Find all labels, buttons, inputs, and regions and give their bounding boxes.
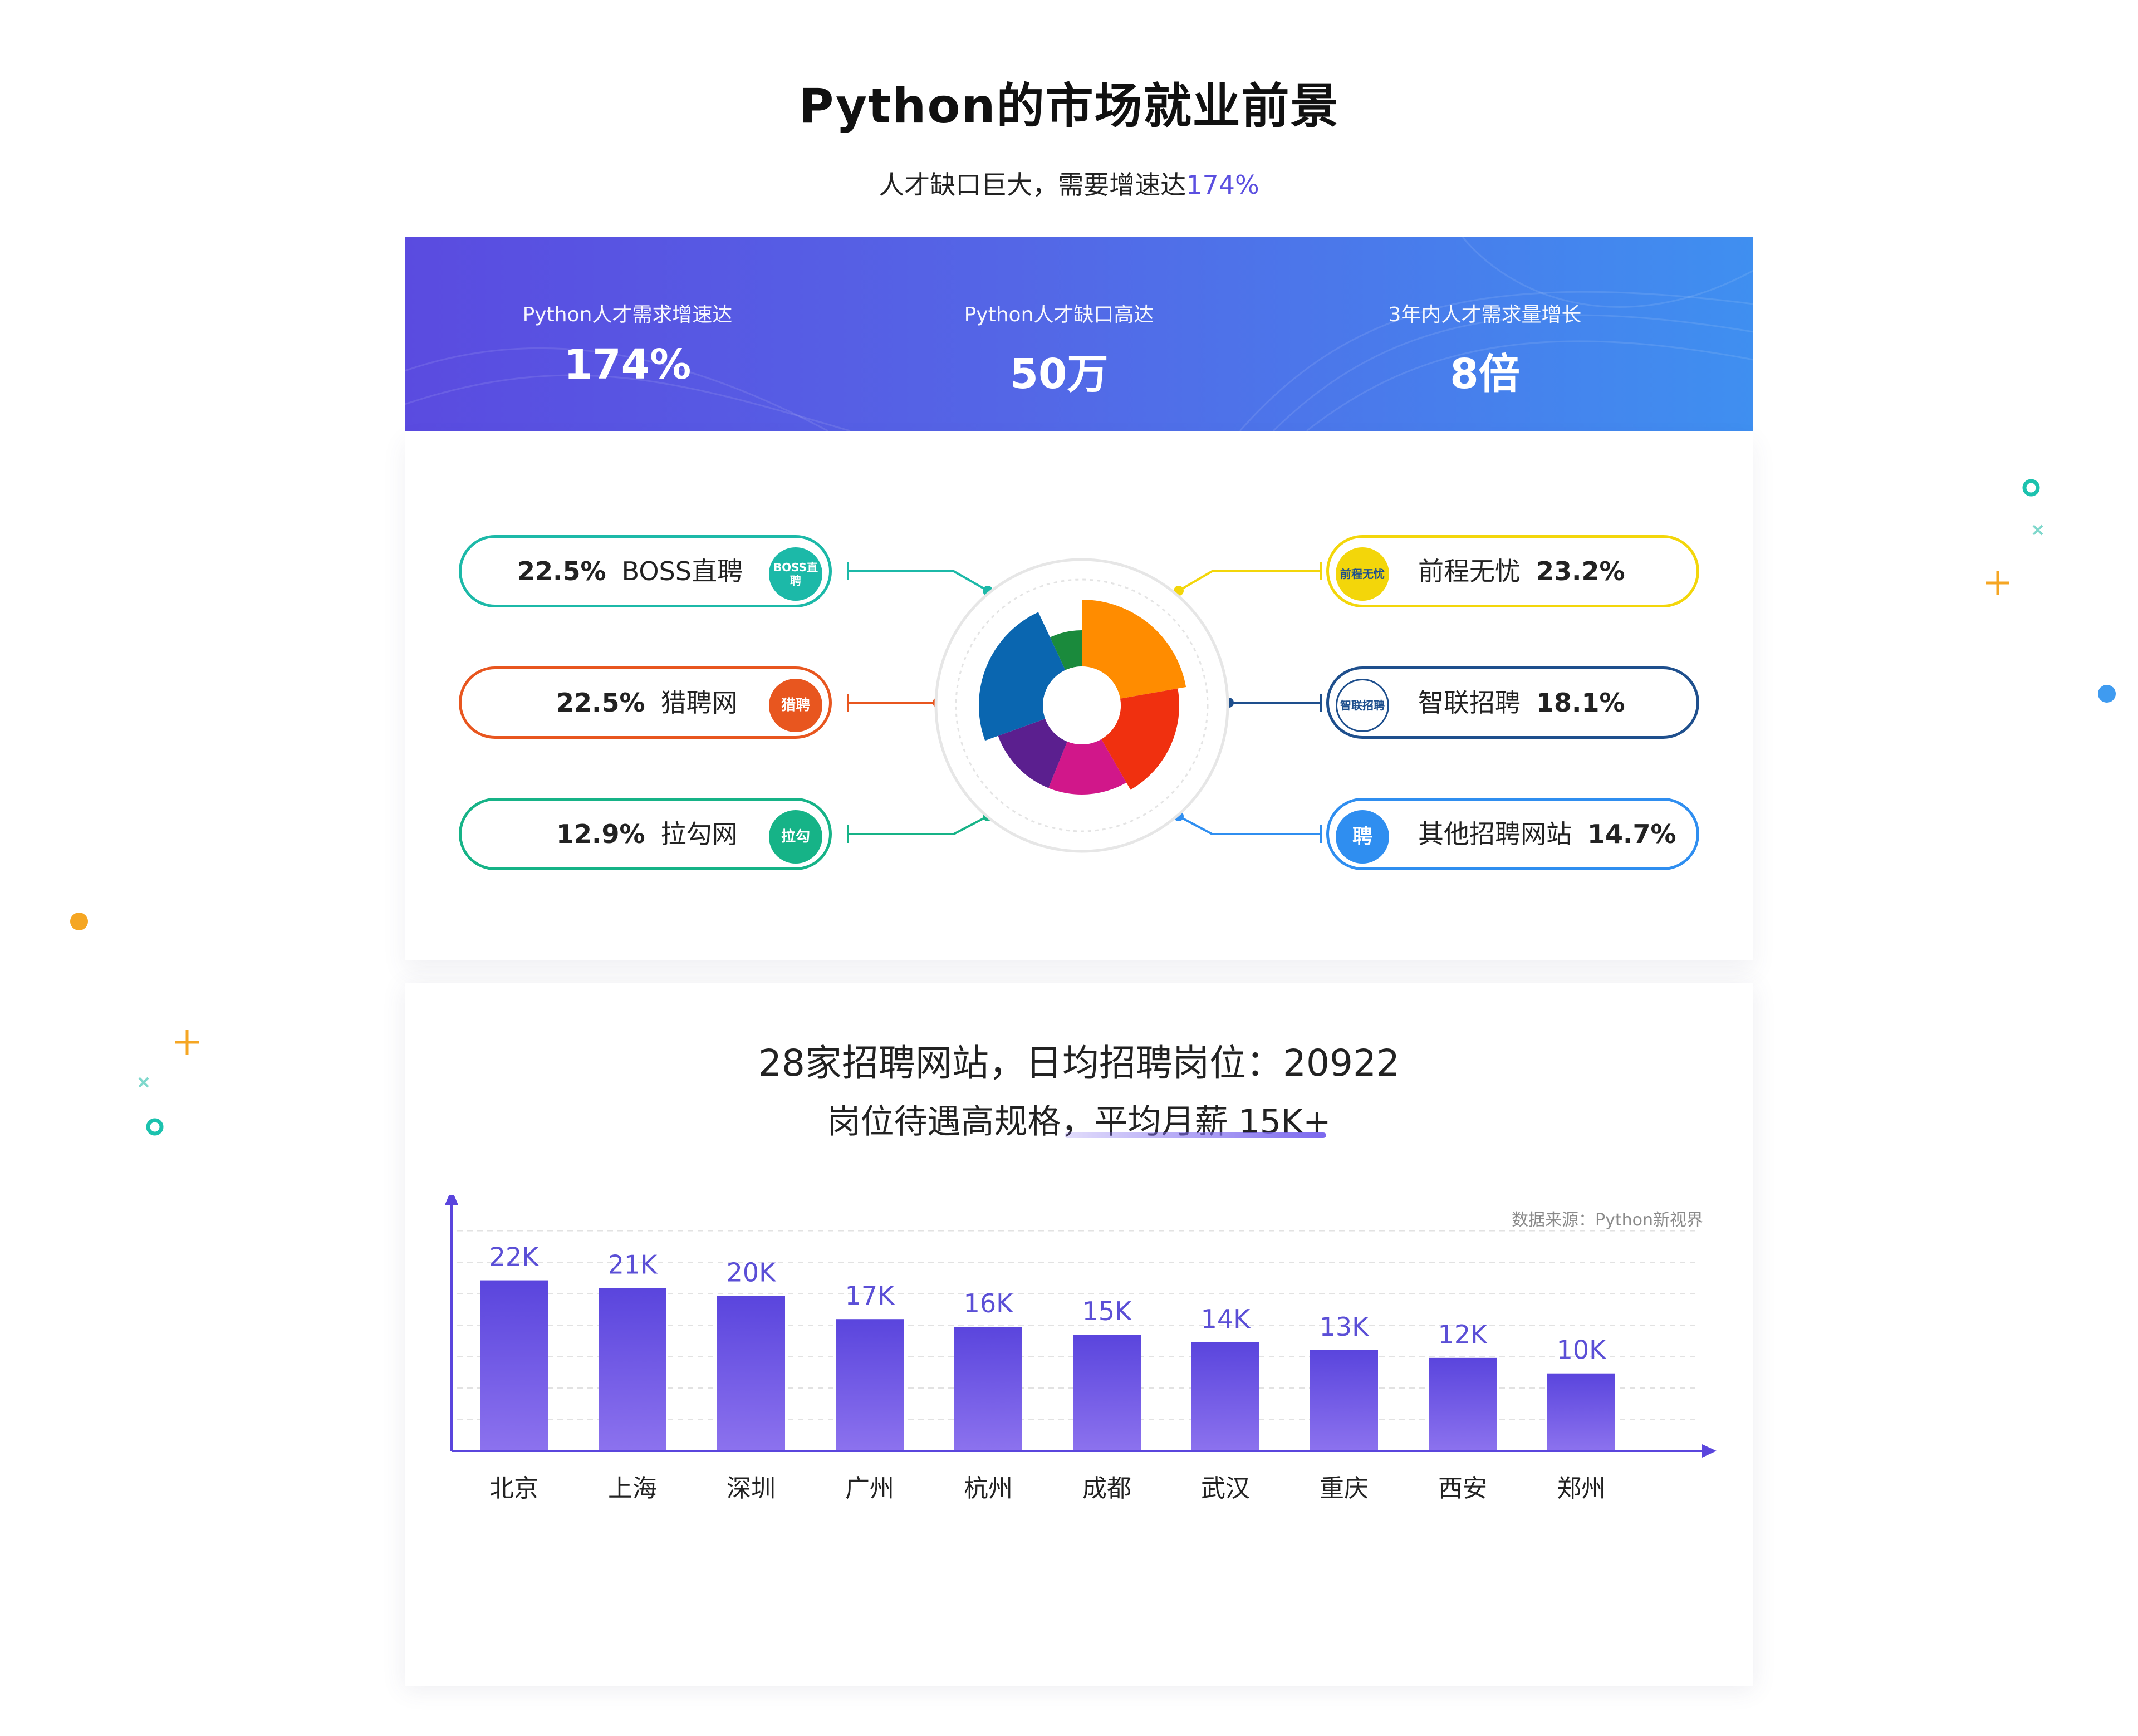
bar-value-label: 14K (1201, 1304, 1252, 1334)
platform-pill-boss[interactable]: 22.5% BOSS直聘 BOSS直聘 (459, 535, 832, 607)
platform-pill-lagou[interactable]: 12.9% 拉勾网 拉勾 (459, 798, 832, 870)
boss-logo-icon: BOSS直聘 (769, 547, 822, 601)
platform-share: 22.5% (556, 688, 645, 718)
platform-pill-51job[interactable]: 前程无忧 前程无忧 23.2% (1326, 535, 1699, 607)
stat-label: Python人才需求增速达 (522, 303, 733, 326)
platform-share: 18.1% (1536, 688, 1625, 718)
platform-share: 12.9% (556, 819, 645, 849)
stat-label: 3年内人才需求量增长 (1388, 303, 1582, 326)
search-job-icon: 聘 (1336, 810, 1389, 864)
bar (717, 1296, 785, 1451)
donut-hole (1043, 666, 1121, 744)
stat-value: 174% (563, 341, 692, 389)
bar-value-label: 21K (608, 1250, 659, 1280)
stat-3year-growth: 3年内人才需求量增长 8倍 (1262, 237, 1708, 431)
bar (1073, 1335, 1141, 1451)
bar (1547, 1373, 1615, 1451)
stat-label: Python人才缺口高达 (964, 303, 1154, 326)
platform-share: 22.5% (517, 556, 606, 586)
y-axis-arrow (445, 1195, 458, 1205)
lagou-logo-icon: 拉勾 (769, 810, 822, 864)
bar-value-label: 12K (1438, 1320, 1489, 1350)
platform-name: 拉勾网 (660, 819, 738, 849)
platform-pill-zhaopin[interactable]: 智联招聘 智联招聘 18.1% (1326, 666, 1699, 739)
x-tick-label: 郑州 (1557, 1474, 1606, 1503)
x-tick-label: 杭州 (964, 1474, 1013, 1503)
stats-banner: Python人才需求增速达 174% Python人才缺口高达 50万 3年内人… (405, 237, 1753, 431)
platform-name: 其他招聘网站 (1418, 819, 1572, 849)
bar-value-label: 20K (727, 1257, 777, 1287)
platform-share: 14.7% (1587, 819, 1676, 849)
orange-dot-decoration (70, 913, 88, 930)
chart-title: 28家招聘网站，日均招聘岗位：20922 (758, 1042, 1400, 1085)
x-tick-label: 深圳 (727, 1474, 776, 1503)
zhaopin-logo-icon: 智联招聘 (1336, 679, 1389, 732)
teal-cross-decoration (2032, 524, 2043, 536)
stat-demand-growth: Python人才需求增速达 174% (405, 237, 850, 431)
teal-ring-decoration-left (146, 1118, 164, 1136)
bar (1310, 1350, 1378, 1451)
teal-cross-decoration-left (138, 1077, 149, 1088)
bar-value-label: 10K (1557, 1335, 1607, 1365)
platform-share-card: 22.5% BOSS直聘 BOSS直聘 22.5% 猎聘网 猎聘 12.9% 拉勾网 … (405, 431, 1753, 960)
bar (1429, 1357, 1497, 1451)
bar-value-label: 13K (1320, 1312, 1370, 1342)
bar (1191, 1342, 1259, 1451)
x-tick-label: 成都 (1082, 1474, 1131, 1503)
platform-pill-others[interactable]: 聘 其他招聘网站 14.7% (1326, 798, 1699, 870)
x-tick-label: 广州 (845, 1474, 894, 1503)
bar (480, 1280, 548, 1451)
salary-chart-card: 28家招聘网站，日均招聘岗位：20922 岗位待遇高规格，平均月薪 15K+ 数… (405, 983, 1753, 1686)
platform-name: 前程无忧 (1418, 556, 1521, 586)
page-title: Python的市场就业前景 (798, 79, 1340, 134)
x-tick-label: 上海 (608, 1474, 657, 1503)
subtitle-text: 人才缺口巨大，需要增速达 (879, 170, 1186, 200)
bar-value-label: 16K (964, 1288, 1014, 1318)
platform-name: 猎聘网 (660, 688, 738, 718)
x-tick-label: 北京 (489, 1474, 538, 1503)
blue-dot-decoration (2098, 685, 2116, 703)
subtitle-underline (1065, 1132, 1326, 1138)
x-tick-label: 武汉 (1201, 1474, 1250, 1503)
stat-value: 8倍 (1450, 350, 1520, 398)
x-tick-label: 西安 (1438, 1474, 1487, 1503)
platform-name: BOSS直聘 (621, 556, 743, 586)
platform-name: 智联招聘 (1418, 688, 1521, 718)
city-bar-chart: 22K 北京 21K 上海 20K 深圳 17K 广州 16K 杭州 15K 成都 14K 武汉 13K 重庆… (445, 1195, 1717, 1503)
page-root: Python的市场就业前景 人才缺口巨大，需要增速达174% Python人才需… (0, 0, 2138, 1736)
page-subtitle: 人才缺口巨大，需要增速达174% (0, 165, 2138, 202)
teal-ring-decoration (2022, 479, 2040, 497)
bar-value-label: 15K (1082, 1296, 1133, 1326)
subtitle-highlight: 174% (1186, 170, 1259, 200)
x-axis-arrow (1702, 1444, 1717, 1458)
platform-donut-chart (934, 558, 1229, 853)
orange-plus-decoration-left (175, 1030, 199, 1055)
stat-value: 50万 (1009, 350, 1109, 398)
platform-pill-liepin[interactable]: 22.5% 猎聘网 猎聘 (459, 666, 832, 739)
bar (954, 1327, 1022, 1451)
51job-logo-icon: 前程无忧 (1336, 547, 1389, 601)
liepin-logo-icon: 猎聘 (769, 679, 822, 732)
stat-talent-gap: Python人才缺口高达 50万 (836, 237, 1282, 431)
bar-value-label: 22K (489, 1242, 540, 1272)
bar (836, 1319, 904, 1451)
bar-value-label: 17K (845, 1281, 896, 1311)
orange-plus-decoration (1986, 571, 2009, 595)
bar (599, 1288, 666, 1451)
platform-share: 23.2% (1536, 556, 1625, 586)
x-tick-label: 重庆 (1320, 1474, 1369, 1503)
